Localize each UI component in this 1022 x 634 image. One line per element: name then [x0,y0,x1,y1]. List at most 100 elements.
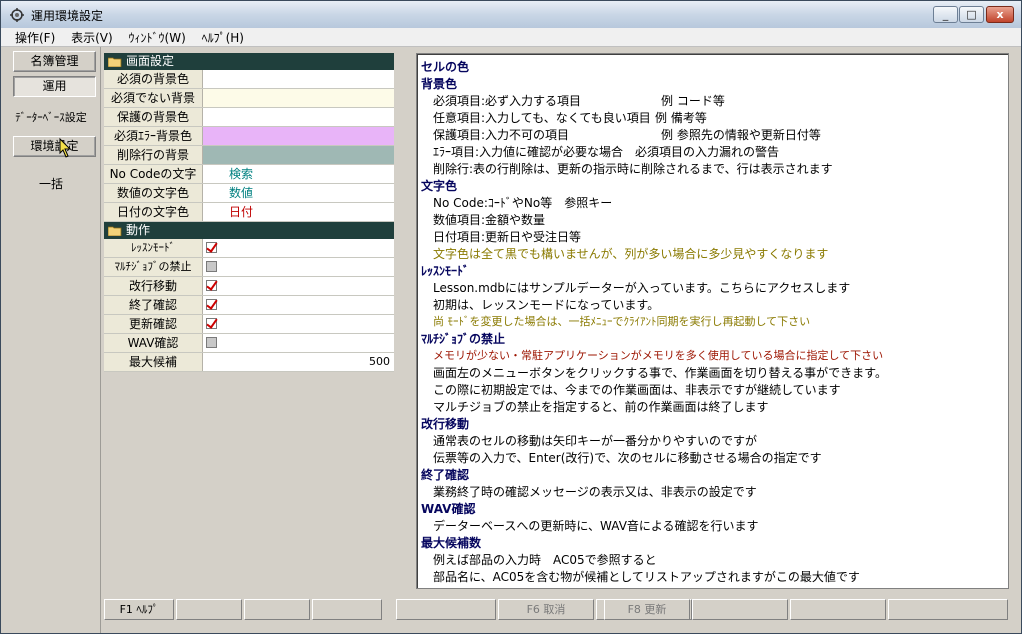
desc-text: 画面左のメニューボタンをクリックする事で、作業画面を切り替える事ができます。 [433,366,887,380]
row-number-color[interactable]: 数値の文字色 数値 [104,184,394,203]
desc-heading: 背景色 [421,77,458,91]
desc-text-part: 保護項目:入力不可の項目 [433,128,570,142]
row-label: ﾚｯｽﾝﾓｰﾄﾞ [104,239,203,257]
menu-window[interactable]: ｳｨﾝﾄﾞｳ(W) [123,28,192,46]
section-action[interactable]: 動作 [104,222,394,239]
nav-bulk[interactable]: 一括 [2,175,100,192]
multi-job-checkbox[interactable] [206,261,217,272]
row-required-error-bg[interactable]: 必須ｴﾗｰ背景色 [104,127,394,146]
row-update-confirm[interactable]: 更新確認 [104,315,394,334]
desc-heading: ﾚｯｽﾝﾓｰﾄﾞ [421,264,470,278]
f11-key-button[interactable] [888,599,1008,620]
title-bar[interactable]: 運用環境設定 _ □ x [1,1,1021,29]
f2-key-button[interactable] [176,599,242,620]
wav-confirm-cell [203,334,394,352]
desc-heading: ﾏﾙﾁｼﾞｮﾌﾞの禁止 [421,332,506,346]
number-color-sample[interactable]: 数値 [203,184,394,202]
main-window: 運用環境設定 _ □ x 操作(F) 表示(V) ｳｨﾝﾄﾞｳ(W) ﾍﾙﾌﾟ(… [0,0,1022,634]
desc-text-part: 任意項目:入力しても、なくても良い項目 [433,111,651,125]
f9-key-button[interactable] [692,599,788,620]
desc-text: 部品名に、AC05を含む物が候補としてリストアップされますがこの最大値です [433,570,860,584]
maximize-button[interactable]: □ [959,6,984,23]
color-swatch-optional-bg[interactable] [203,89,394,107]
nav-env-settings-button[interactable]: 環境設定 [13,136,96,157]
desc-heading: セルの色 [421,60,470,74]
nav-operation-button[interactable]: 運用 [13,76,96,97]
lesson-mode-cell [203,239,394,257]
desc-text-part: 例 コード等 [661,94,725,108]
row-lesson-mode[interactable]: ﾚｯｽﾝﾓｰﾄﾞ [104,239,394,258]
row-label: 更新確認 [104,315,203,333]
row-label: 保護の背景色 [104,108,203,126]
desc-warning: メモリが少ない・常駐アプリケーションがメモリを多く使用している場合に指定して下さ… [433,349,884,362]
exit-confirm-checkbox[interactable] [206,299,217,310]
f6-cancel-button[interactable]: F6 取消 [498,599,594,620]
f5-key-button[interactable] [396,599,496,620]
nocode-color-sample[interactable]: 検索 [203,165,394,183]
nav-master-button[interactable]: 名簿管理 [13,51,96,72]
multi-job-cell [203,258,394,276]
color-swatch-deleted-row-bg[interactable] [203,146,394,164]
color-swatch-required-error-bg[interactable] [203,127,394,145]
help-description-panel: セルの色 背景色 必須項目:必ず入力する項目 例 コード等 任意項目:入力しても、… [416,53,1009,589]
desc-text: Lesson.mdbにはサンプルデーターが入っています。こちらにアクセスします [433,281,851,295]
section-label: 動作 [126,223,151,237]
row-max-candidates[interactable]: 最大候補 500 [104,353,394,372]
desc-text: 初期は、レッスンモードになっています。 [433,298,660,312]
row-label: No Codeの文字 [104,165,203,183]
row-label: 日付の文字色 [104,203,203,221]
row-label: ﾏﾙﾁｼﾞｮﾌﾞの禁止 [104,258,203,276]
menu-help[interactable]: ﾍﾙﾌﾟ(H) [196,28,250,46]
desc-note: 文字色は全て黒でも構いませんが、列が多い場合に多少見やすくなります [433,247,829,261]
desc-text: ｴﾗｰ項目:入力値に確認が必要な場合 必須項目の入力漏れの警告 [433,145,780,159]
row-wav-confirm[interactable]: WAV確認 [104,334,394,353]
app-icon [10,8,24,22]
minimize-button[interactable]: _ [933,6,958,23]
color-swatch-required-bg[interactable] [203,70,394,88]
menu-bar: 操作(F) 表示(V) ｳｨﾝﾄﾞｳ(W) ﾍﾙﾌﾟ(H) [1,28,1021,47]
desc-text: データーベースへの更新時に、WAV音による確認を行います [433,519,759,533]
color-swatch-protected-bg[interactable] [203,108,394,126]
line-move-checkbox[interactable] [206,280,217,291]
section-screen-settings[interactable]: 画面設定 [104,53,394,70]
desc-text: 必須項目:必ず入力する項目 例 コード等 [433,92,725,109]
row-line-move[interactable]: 改行移動 [104,277,394,296]
desc-text: 例えば部品の入力時 AC05で参照すると [433,553,657,567]
settings-grid: 画面設定 必須の背景色 必須でない背景 保護の背景色 必須ｴﾗｰ背景色 削除行の… [104,53,394,593]
f8-update-button[interactable]: F8 更新 [604,599,690,620]
row-optional-bg[interactable]: 必須でない背景 [104,89,394,108]
nav-db-settings[interactable]: ﾃﾞｰﾀｰﾍﾞｰｽ設定 [2,109,100,125]
desc-text: 業務終了時の確認メッセージの表示又は、非表示の設定です [433,485,757,499]
row-label: 最大候補 [104,353,203,371]
row-required-bg[interactable]: 必須の背景色 [104,70,394,89]
update-confirm-cell [203,315,394,333]
close-button[interactable]: x [986,6,1014,23]
row-exit-confirm[interactable]: 終了確認 [104,296,394,315]
row-multi-job[interactable]: ﾏﾙﾁｼﾞｮﾌﾞの禁止 [104,258,394,277]
row-date-color[interactable]: 日付の文字色 日付 [104,203,394,222]
max-candidates-input[interactable]: 500 [203,353,394,371]
pointer-cursor-icon [59,137,72,158]
row-deleted-row-bg[interactable]: 削除行の背景 [104,146,394,165]
desc-text: 伝票等の入力で、Enter(改行)で、次のセルに移動させる場合の指定です [433,451,822,465]
lesson-mode-checkbox[interactable] [206,242,217,253]
f4-key-button[interactable] [312,599,382,620]
row-nocode-color[interactable]: No Codeの文字 検索 [104,165,394,184]
wav-confirm-checkbox[interactable] [206,337,217,348]
f3-key-button[interactable] [244,599,310,620]
row-label: 改行移動 [104,277,203,295]
desc-heading: 改行移動 [421,417,470,431]
desc-text-part: 例 参照先の情報や更新日付等 [661,128,821,142]
f10-key-button[interactable] [790,599,886,620]
date-color-sample[interactable]: 日付 [203,203,394,221]
desc-heading: 文字色 [421,179,458,193]
folder-open-icon [108,57,122,67]
desc-text-part: 例 備考等 [655,111,707,125]
f1-help-button[interactable]: F1 ﾍﾙﾌﾟ [104,599,174,620]
menu-operation[interactable]: 操作(F) [1,28,61,46]
update-confirm-checkbox[interactable] [206,318,217,329]
content-area: 名簿管理 運用 ﾃﾞｰﾀｰﾍﾞｰｽ設定 環境設定 一括 画面設定 必須の背景色 … [2,47,1021,633]
desc-text: 通常表のセルの移動は矢印キーが一番分かりやすいのですが [433,434,758,448]
row-protected-bg[interactable]: 保護の背景色 [104,108,394,127]
menu-view[interactable]: 表示(V) [65,28,119,46]
